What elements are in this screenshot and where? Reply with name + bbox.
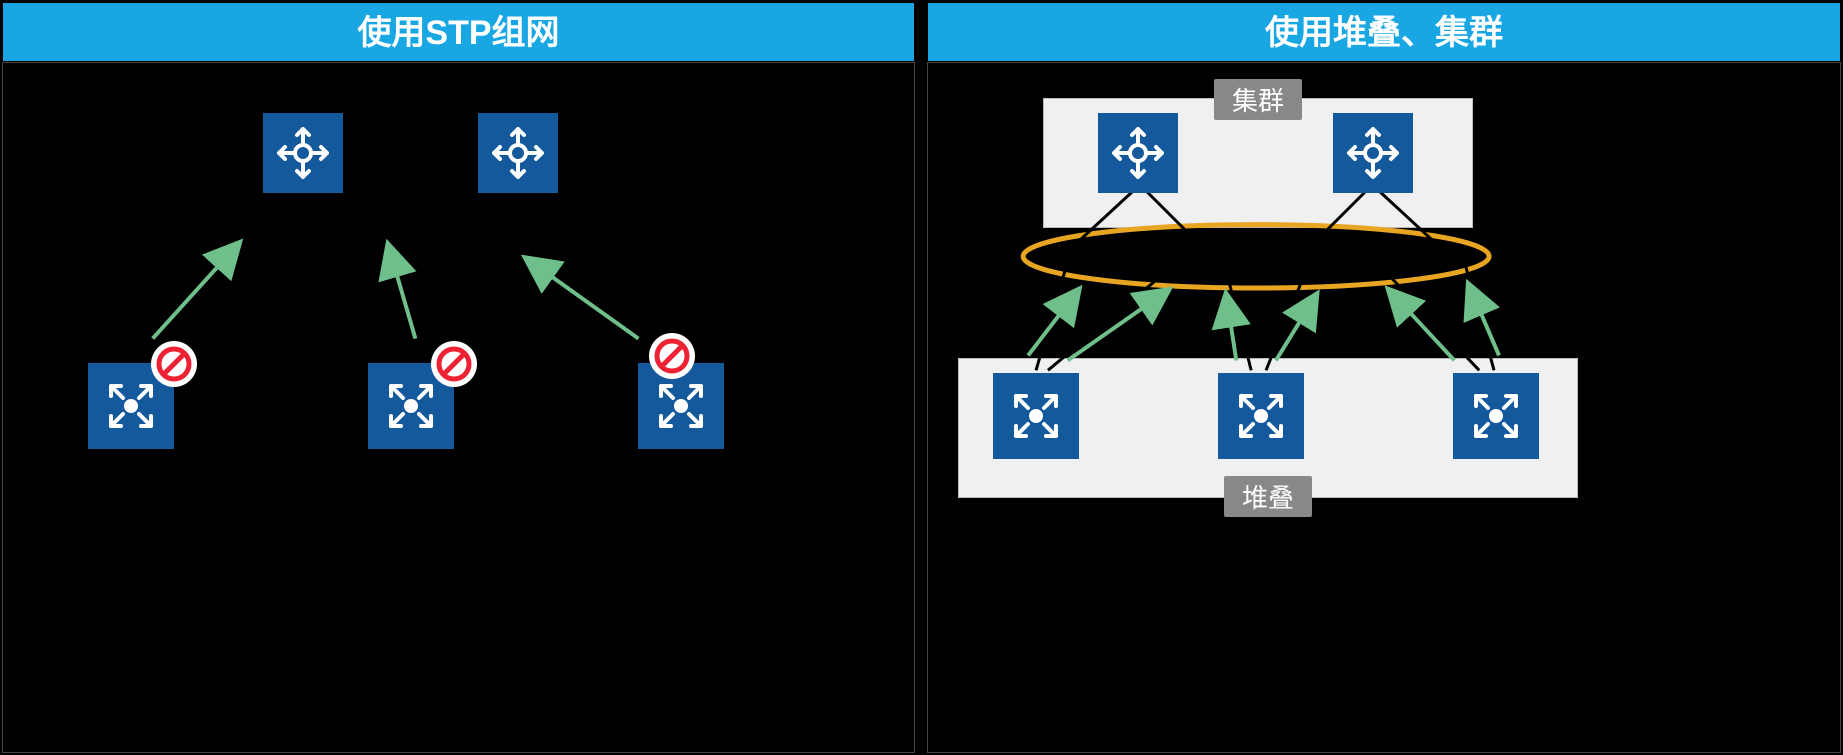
blocked-port-icon: [649, 333, 695, 379]
switch-icon: [1453, 373, 1539, 459]
switch-icon: [1218, 373, 1304, 459]
router-icon: [478, 113, 558, 193]
router-icon: [1098, 113, 1178, 193]
blocked-port-icon: [431, 341, 477, 387]
panel-stp: 使用STP组网: [0, 0, 917, 755]
panel-stack-title: 使用堆叠、集群: [927, 2, 1841, 62]
cluster-label: 集群: [1214, 79, 1302, 120]
blocked-port-icon: [151, 341, 197, 387]
panel-stack-body: 集群 堆叠: [927, 62, 1841, 753]
router-icon: [1333, 113, 1413, 193]
panel-stp-body: [2, 62, 915, 753]
switch-icon: [993, 373, 1079, 459]
panel-stp-title: 使用STP组网: [2, 2, 915, 62]
router-icon: [263, 113, 343, 193]
panel-stack-cluster: 使用堆叠、集群 集群 堆叠: [925, 0, 1843, 755]
stack-label: 堆叠: [1224, 476, 1312, 517]
